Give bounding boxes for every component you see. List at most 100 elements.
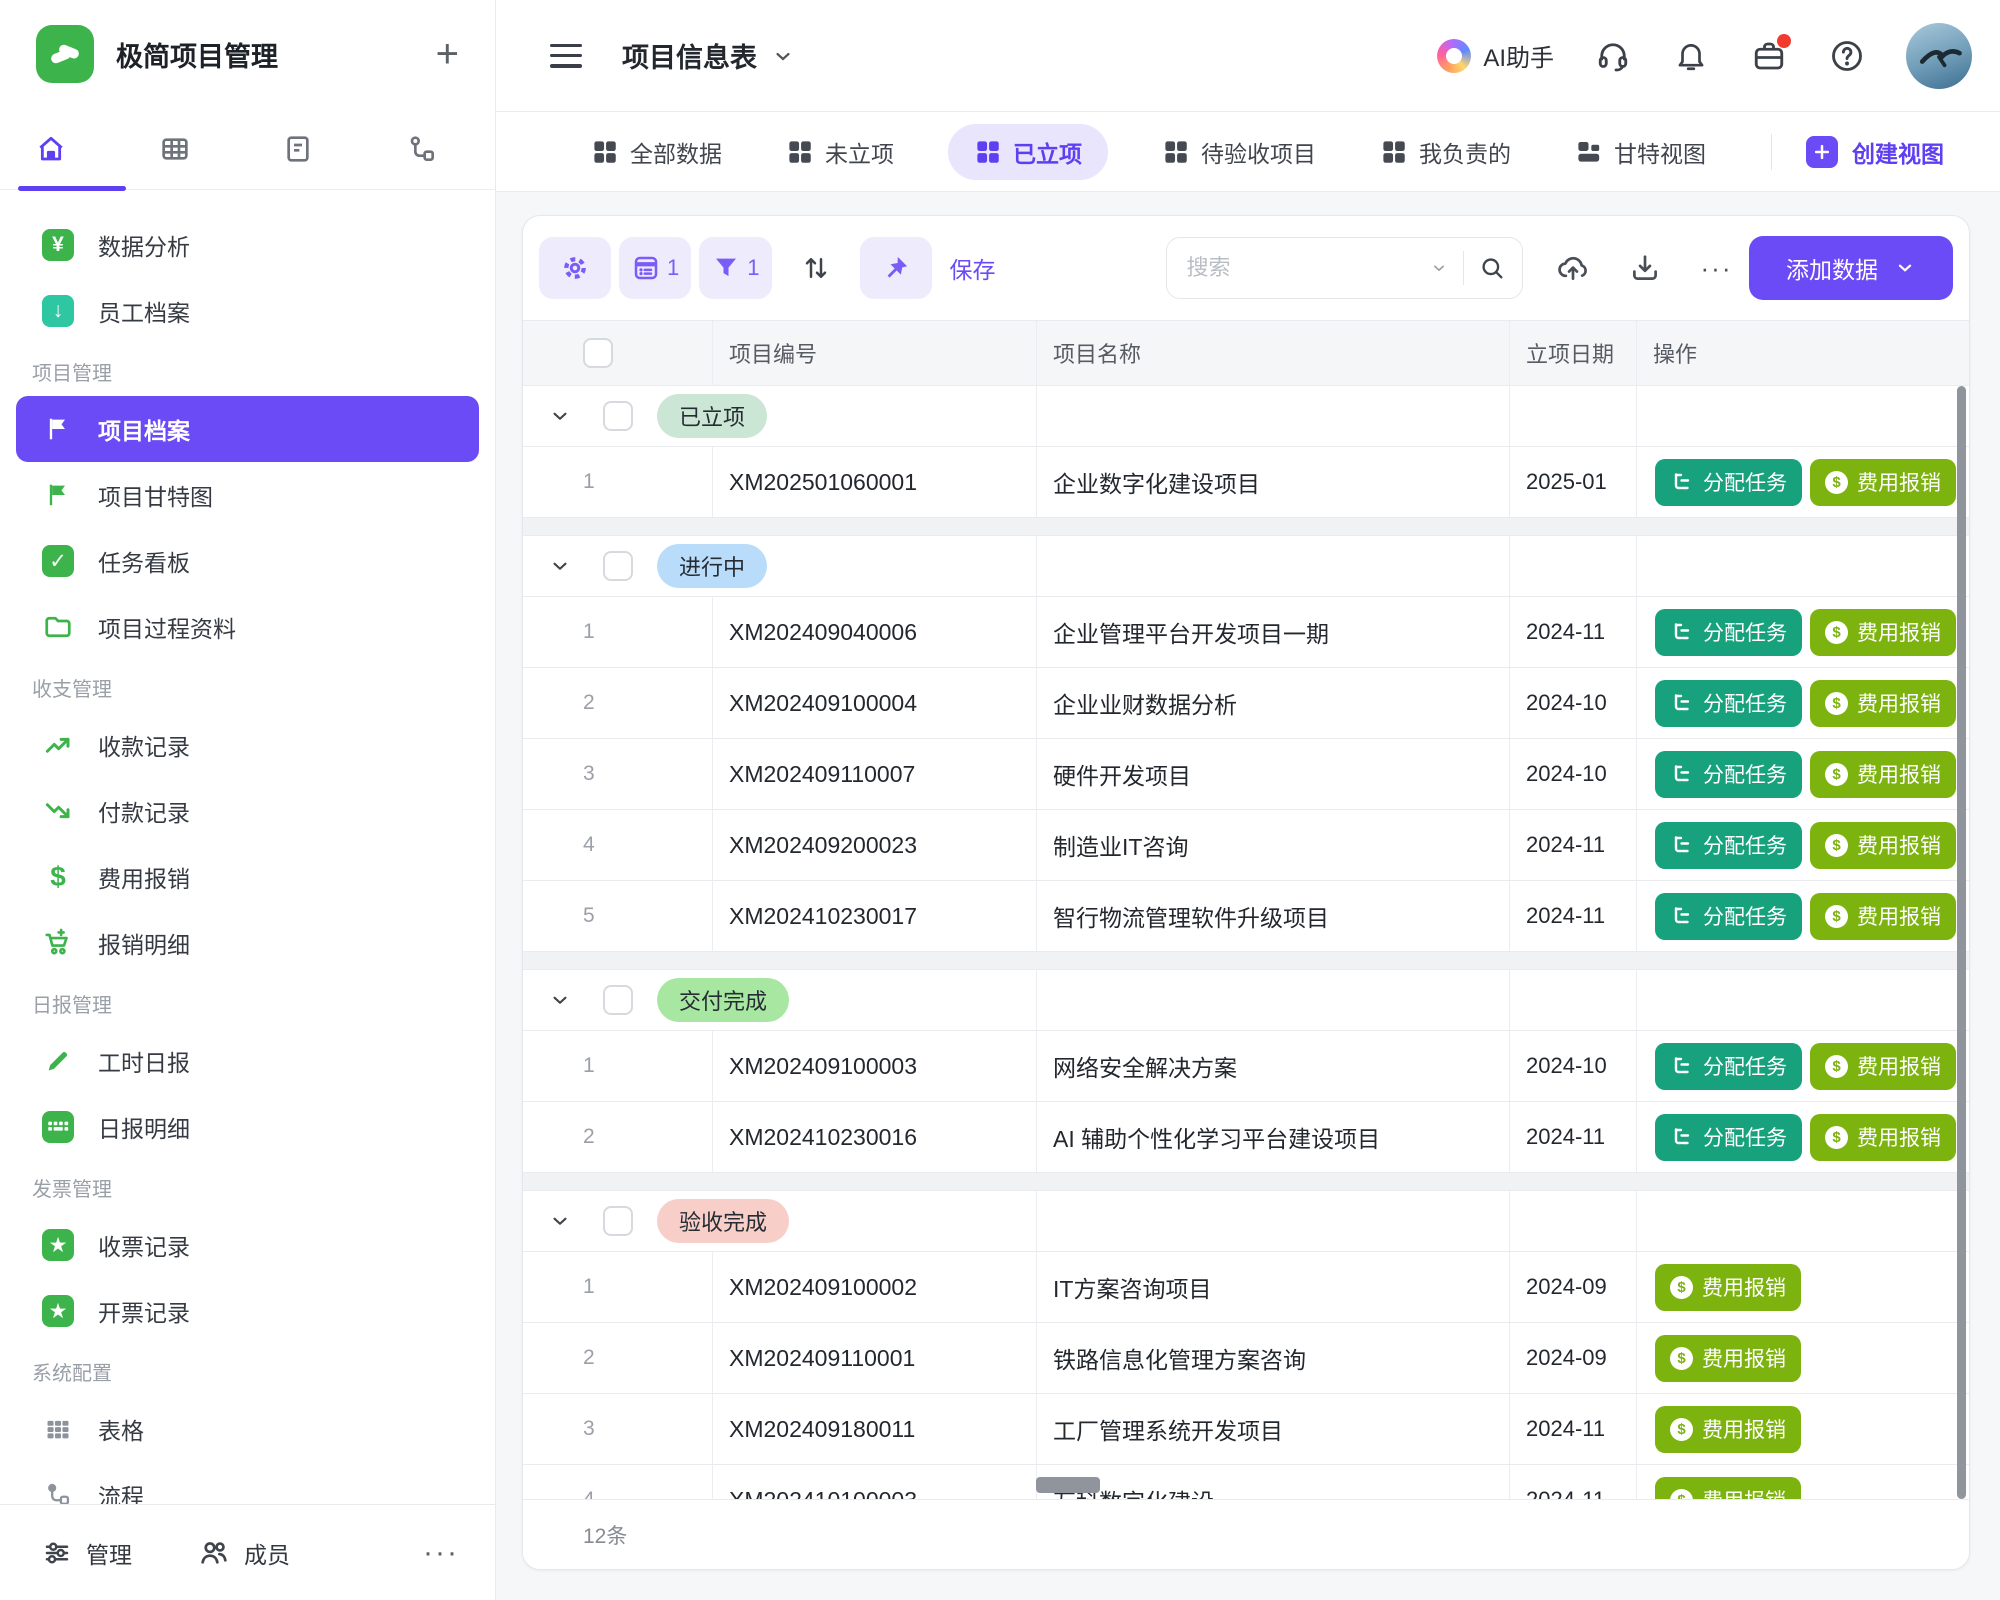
expense-claim-button[interactable]: $费用报销 — [1810, 751, 1956, 798]
group-checkbox[interactable] — [603, 401, 633, 431]
sidebar-item-yen-chart[interactable]: ¥数据分析 — [16, 212, 479, 278]
actions-cell: 分配任务$费用报销 — [1636, 881, 1969, 951]
sidebar-item-trend-up[interactable]: 收款记录 — [16, 712, 479, 778]
group-checkbox[interactable] — [603, 1206, 633, 1236]
vertical-scrollbar[interactable] — [1957, 386, 1966, 1499]
expense-claim-button[interactable]: $费用报销 — [1810, 893, 1956, 940]
sidebar-item-inbox-down[interactable]: ↓员工档案 — [16, 278, 479, 344]
assign-task-button[interactable]: 分配任务 — [1655, 1114, 1802, 1161]
task-list-icon — [1670, 904, 1694, 928]
expense-claim-button[interactable]: $费用报销 — [1655, 1477, 1801, 1500]
horizontal-scrollbar-thumb[interactable] — [1036, 1477, 1100, 1493]
search-input[interactable] — [1187, 255, 1429, 281]
sidebar-more-button[interactable]: ··· — [423, 1536, 459, 1570]
column-header-actions[interactable]: 操作 — [1636, 321, 1969, 385]
group-checkbox[interactable] — [603, 985, 633, 1015]
view-tab-全部数据[interactable]: 全部数据 — [581, 124, 732, 180]
sidebar-item-ticket-star[interactable]: ★开票记录 — [16, 1278, 479, 1344]
filter-button[interactable]: 1 — [699, 237, 771, 299]
group-collapse-chevron-icon[interactable] — [549, 1210, 571, 1232]
create-view-button[interactable]: 创建视图 — [1806, 135, 1944, 169]
sidebar-add-button[interactable]: + — [436, 34, 459, 74]
group-checkbox[interactable] — [603, 551, 633, 581]
sidebar-item-folder[interactable]: 项目过程资料 — [16, 594, 479, 660]
expense-claim-button[interactable]: $费用报销 — [1810, 1043, 1956, 1090]
assign-task-button[interactable]: 分配任务 — [1655, 893, 1802, 940]
sidebar-item-flag[interactable]: 项目甘特图 — [16, 462, 479, 528]
user-avatar[interactable] — [1906, 23, 1972, 89]
assign-task-button[interactable]: 分配任务 — [1655, 751, 1802, 798]
save-button[interactable]: 保存 — [950, 251, 996, 285]
bell-icon[interactable] — [1672, 37, 1710, 75]
expense-claim-button[interactable]: $费用报销 — [1810, 680, 1956, 727]
download-button[interactable] — [1623, 246, 1667, 290]
column-header-name[interactable]: 项目名称 — [1036, 321, 1509, 385]
sidebar-tab-document[interactable] — [281, 132, 315, 166]
row-actions: $费用报销 — [1653, 1335, 1801, 1382]
select-all-checkbox[interactable] — [583, 338, 613, 368]
sidebar-manage-button[interactable]: 管理 — [42, 1536, 132, 1570]
group-collapse-chevron-icon[interactable] — [549, 405, 571, 427]
start-date-cell: 2024-10 — [1509, 739, 1636, 809]
sidebar-item-pencil[interactable]: 工时日报 — [16, 1028, 479, 1094]
sidebar-tab-flow[interactable] — [405, 132, 439, 166]
content-page: 1 1 — [496, 192, 2000, 1600]
expense-claim-button[interactable]: $费用报销 — [1655, 1335, 1801, 1382]
sidebar-members-button[interactable]: 成员 — [198, 1536, 290, 1570]
view-tab-待验收项目[interactable]: 待验收项目 — [1152, 124, 1326, 180]
project-code-cell: XM202410100003 — [712, 1465, 1036, 1499]
expense-claim-button[interactable]: $费用报销 — [1810, 1114, 1956, 1161]
action-label: 费用报销 — [1857, 759, 1941, 789]
sort-button[interactable] — [780, 237, 852, 299]
sidebar-item-ticket-star[interactable]: ★收票记录 — [16, 1212, 479, 1278]
expense-claim-button[interactable]: $费用报销 — [1655, 1406, 1801, 1453]
group-collapse-chevron-icon[interactable] — [549, 989, 571, 1011]
group-row-交付完成: 交付完成 — [523, 970, 1969, 1031]
expense-claim-button[interactable]: $费用报销 — [1810, 459, 1956, 506]
group-collapse-chevron-icon[interactable] — [549, 555, 571, 577]
column-header-code[interactable]: 项目编号 — [712, 321, 1036, 385]
sidebar-item-label: 员工档案 — [98, 294, 190, 328]
assign-task-button[interactable]: 分配任务 — [1655, 1043, 1802, 1090]
sidebar-item-dollar[interactable]: $费用报销 — [16, 844, 479, 910]
expense-claim-button[interactable]: $费用报销 — [1810, 609, 1956, 656]
pin-button[interactable] — [860, 237, 932, 299]
hamburger-menu-icon[interactable] — [550, 44, 582, 68]
actions-cell: $费用报销 — [1636, 1252, 1969, 1322]
title-chevron-down-icon[interactable] — [771, 44, 795, 68]
column-header-date[interactable]: 立项日期 — [1509, 321, 1636, 385]
search-icon[interactable] — [1478, 254, 1506, 282]
sidebar-tab-home[interactable] — [34, 132, 68, 166]
view-tab-已立项[interactable]: 已立项 — [948, 124, 1108, 180]
row-actions: 分配任务$费用报销 — [1653, 822, 1956, 869]
sidebar-item-keyboard[interactable]: 日报明细 — [16, 1094, 479, 1160]
sidebar-item-label: 工时日报 — [98, 1044, 190, 1078]
assign-task-button[interactable]: 分配任务 — [1655, 822, 1802, 869]
briefcase-icon[interactable] — [1750, 37, 1788, 75]
assign-task-button[interactable]: 分配任务 — [1655, 609, 1802, 656]
assign-task-button[interactable]: 分配任务 — [1655, 680, 1802, 727]
sidebar-item-grid[interactable]: 表格 — [16, 1396, 479, 1462]
sidebar-item-flow-node[interactable]: 流程 — [16, 1462, 479, 1504]
help-icon[interactable] — [1828, 37, 1866, 75]
more-actions-button[interactable]: ··· — [1695, 246, 1739, 290]
expense-claim-button[interactable]: $费用报销 — [1810, 822, 1956, 869]
settings-button[interactable] — [539, 237, 611, 299]
keyboard-icon — [42, 1111, 74, 1143]
import-upload-button[interactable] — [1551, 246, 1595, 290]
fields-config-button[interactable]: 1 — [619, 237, 691, 299]
ai-assistant-button[interactable]: AI助手 — [1437, 38, 1554, 73]
view-tab-未立项[interactable]: 未立项 — [776, 124, 904, 180]
sidebar-item-calendar-check[interactable]: ✓任务看板 — [16, 528, 479, 594]
headset-icon[interactable] — [1594, 37, 1632, 75]
add-data-button[interactable]: 添加数据 — [1749, 236, 1953, 300]
sidebar-item-flag[interactable]: 项目档案 — [16, 396, 479, 462]
view-tab-我负责的[interactable]: 我负责的 — [1370, 124, 1521, 180]
sidebar-item-cart-plus[interactable]: 报销明细 — [16, 910, 479, 976]
view-tab-甘特视图[interactable]: 甘特视图 — [1565, 124, 1716, 180]
search-chevron-down-icon[interactable] — [1429, 258, 1449, 278]
sidebar-item-trend-down[interactable]: 付款记录 — [16, 778, 479, 844]
sidebar-tab-table[interactable] — [158, 132, 192, 166]
assign-task-button[interactable]: 分配任务 — [1655, 459, 1802, 506]
expense-claim-button[interactable]: $费用报销 — [1655, 1264, 1801, 1311]
